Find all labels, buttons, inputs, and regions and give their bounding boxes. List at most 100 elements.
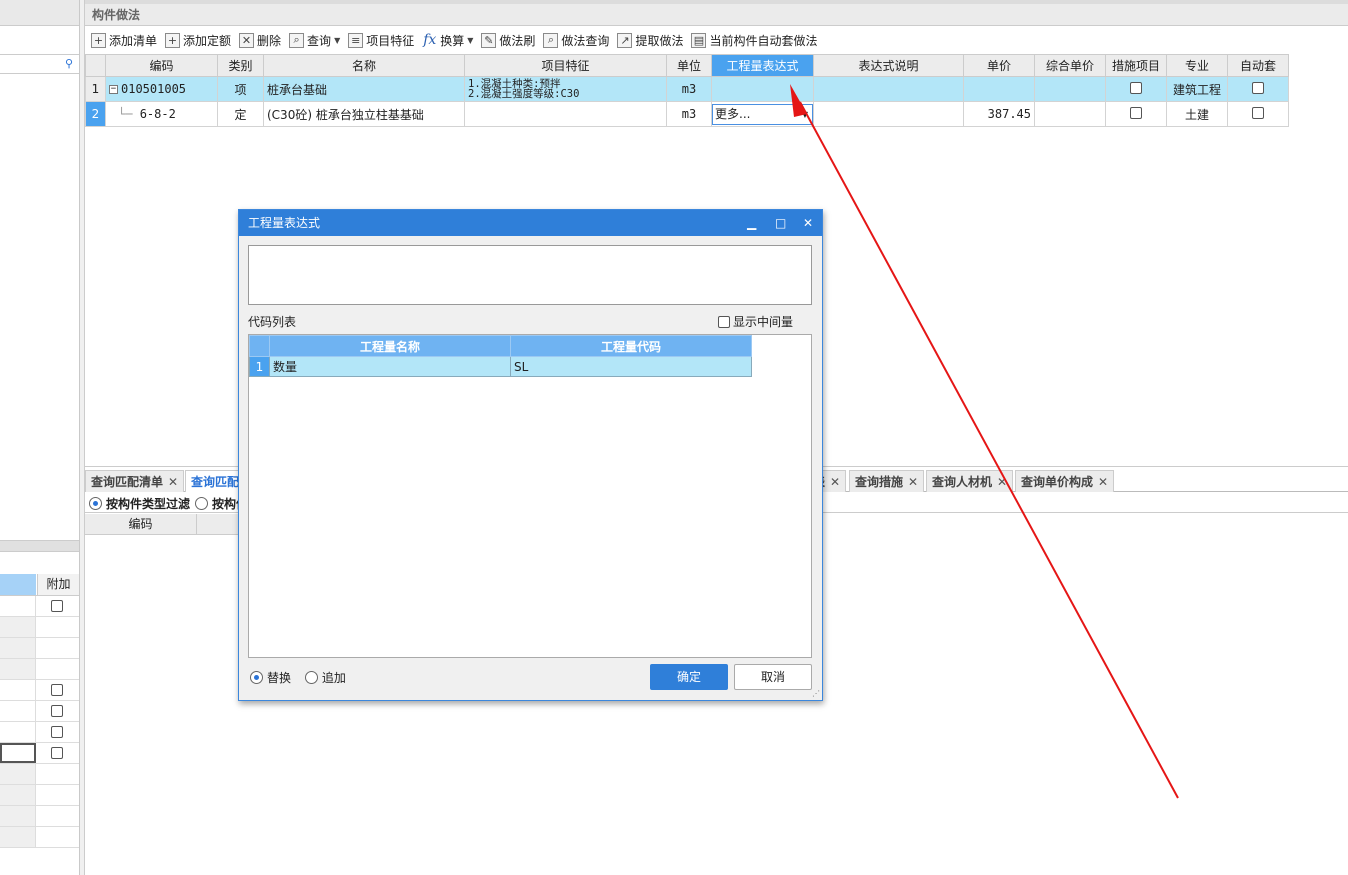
col-price[interactable]: 单价: [963, 54, 1035, 77]
table-row[interactable]: 2 └─ 6-8-2 定 (C30砼) 桩承台独立柱基基础 m3 更多... ▼ …: [85, 101, 1289, 127]
cell-type[interactable]: 定: [217, 101, 264, 127]
toolbar-button[interactable]: ✕ 删除: [239, 32, 281, 49]
filter-by-component-radio[interactable]: [195, 497, 208, 510]
expression-input[interactable]: [248, 245, 812, 305]
append-option[interactable]: 追加: [304, 671, 346, 685]
cell-measure[interactable]: [1105, 101, 1167, 127]
col-name[interactable]: 名称: [263, 54, 465, 77]
auto-checkbox[interactable]: [1252, 81, 1264, 94]
col-type[interactable]: 类别: [217, 54, 264, 77]
append-radio[interactable]: [304, 671, 318, 684]
col-expr-desc[interactable]: 表达式说明: [813, 54, 964, 77]
col-code[interactable]: 编码: [105, 54, 218, 77]
dialog-title-bar[interactable]: 工程量表达式: [239, 210, 822, 236]
chevron-down-icon[interactable]: ▼: [334, 36, 340, 45]
toolbar-button[interactable]: + 添加定额: [165, 32, 231, 49]
close-icon[interactable]: ✕: [830, 475, 840, 489]
close-icon[interactable]: ✕: [168, 475, 178, 489]
cell-expression[interactable]: [711, 76, 814, 102]
tab-query-measures[interactable]: 查询措施 ✕: [849, 470, 925, 492]
toolbar-button[interactable]: ✎ 做法刷: [481, 32, 535, 49]
cell-total-price[interactable]: [1034, 101, 1106, 127]
attr-row[interactable]: [0, 764, 79, 785]
close-icon[interactable]: ✕: [997, 475, 1007, 489]
cell-feature[interactable]: [464, 101, 667, 127]
attr-row[interactable]: [0, 722, 79, 743]
cell-total-price[interactable]: [1034, 76, 1106, 102]
attr-row[interactable]: [0, 701, 79, 722]
cell-expr-desc[interactable]: [813, 101, 964, 127]
codes-cell-name[interactable]: 数量: [269, 356, 511, 377]
show-intermediate-checkbox[interactable]: [718, 316, 730, 328]
close-icon[interactable]: ✕: [803, 210, 813, 236]
cancel-button[interactable]: 取消: [734, 664, 812, 690]
cell-unit[interactable]: m3: [666, 101, 712, 127]
toolbar-button[interactable]: + 添加清单: [91, 32, 157, 49]
collapse-icon[interactable]: −: [109, 85, 118, 94]
replace-radio[interactable]: [250, 671, 263, 684]
tab-query-match-list[interactable]: 查询匹配清单 ✕: [85, 470, 185, 492]
left-panel-divider[interactable]: [0, 540, 79, 552]
cell-measure[interactable]: [1105, 76, 1167, 102]
cell-expression[interactable]: 更多... ▼: [711, 101, 814, 127]
codes-cell-code[interactable]: SL: [510, 356, 752, 377]
col-measure[interactable]: 措施项目: [1105, 54, 1167, 77]
chevron-down-icon[interactable]: ▼: [802, 105, 808, 124]
cell-code[interactable]: −010501005: [105, 76, 218, 102]
attach-checkbox[interactable]: [51, 747, 63, 759]
table-row[interactable]: 1 −010501005 项 桩承台基础 1.混凝土种类:预拌 2.混凝土强度等级…: [85, 76, 1289, 102]
search-icon[interactable]: ⚲: [65, 57, 73, 70]
cell-type[interactable]: 项: [217, 76, 264, 102]
toolbar-button[interactable]: ▤ 当前构件自动套做法: [691, 32, 817, 49]
col-auto[interactable]: 自动套: [1227, 54, 1289, 77]
auto-checkbox[interactable]: [1252, 106, 1264, 119]
col-quantity-code[interactable]: 工程量代码: [510, 335, 752, 357]
toolbar-button[interactable]: fx 换算 ▼: [422, 32, 473, 49]
attr-row[interactable]: [0, 659, 79, 680]
cell-major[interactable]: 建筑工程: [1166, 76, 1228, 102]
row-number[interactable]: 2: [85, 101, 106, 127]
attach-checkbox[interactable]: [51, 726, 63, 738]
cell-name[interactable]: (C30砼) 桩承台独立柱基基础: [263, 101, 465, 127]
resize-grip-icon[interactable]: ⋰: [812, 689, 820, 698]
chevron-down-icon[interactable]: ▼: [467, 36, 473, 45]
replace-option[interactable]: 替换: [250, 671, 291, 685]
attach-checkbox[interactable]: [51, 684, 63, 696]
splitter[interactable]: [80, 0, 85, 875]
attr-row[interactable]: [0, 827, 79, 848]
filter-by-type-radio[interactable]: [89, 497, 102, 510]
tab-query-unit-price[interactable]: 查询单价构成 ✕: [1015, 470, 1115, 492]
left-search-input[interactable]: ⚲: [0, 54, 79, 74]
attr-row[interactable]: [0, 617, 79, 638]
filter-by-type[interactable]: 按构件类型过滤: [89, 495, 190, 512]
col-expression[interactable]: 工程量表达式: [711, 54, 814, 77]
measure-checkbox[interactable]: [1130, 81, 1142, 94]
tab-query-match[interactable]: 查询匹配: [185, 470, 246, 492]
close-icon[interactable]: ✕: [1098, 475, 1108, 489]
measure-checkbox[interactable]: [1130, 106, 1142, 119]
attr-row[interactable]: [0, 638, 79, 659]
attach-checkbox[interactable]: [51, 705, 63, 717]
expression-more-dropdown[interactable]: 更多... ▼: [712, 103, 813, 125]
query-col-code[interactable]: 编码: [85, 514, 197, 535]
cell-feature[interactable]: 1.混凝土种类:预拌 2.混凝土强度等级:C30: [464, 76, 667, 102]
attr-row[interactable]: [0, 743, 79, 764]
col-unit[interactable]: 单位: [666, 54, 712, 77]
toolbar-button[interactable]: ⌕ 做法查询: [543, 32, 609, 49]
cell-code[interactable]: └─ 6-8-2: [105, 101, 218, 127]
toolbar-button[interactable]: ≡ 项目特征: [348, 32, 414, 49]
cell-auto[interactable]: [1227, 101, 1289, 127]
toolbar-button[interactable]: ↗ 提取做法: [617, 32, 683, 49]
show-intermediate-toggle[interactable]: 显示中间量: [718, 313, 793, 330]
attach-checkbox[interactable]: [51, 600, 63, 612]
col-feature[interactable]: 项目特征: [464, 54, 667, 77]
col-major[interactable]: 专业: [1166, 54, 1228, 77]
cell-price[interactable]: [963, 76, 1035, 102]
attr-row[interactable]: [0, 806, 79, 827]
cell-auto[interactable]: [1227, 76, 1289, 102]
close-icon[interactable]: ✕: [908, 475, 918, 489]
col-quantity-name[interactable]: 工程量名称: [269, 335, 511, 357]
ok-button[interactable]: 确定: [650, 664, 728, 690]
maximize-icon[interactable]: □: [775, 210, 786, 236]
toolbar-button[interactable]: ⌕ 查询 ▼: [289, 32, 340, 49]
